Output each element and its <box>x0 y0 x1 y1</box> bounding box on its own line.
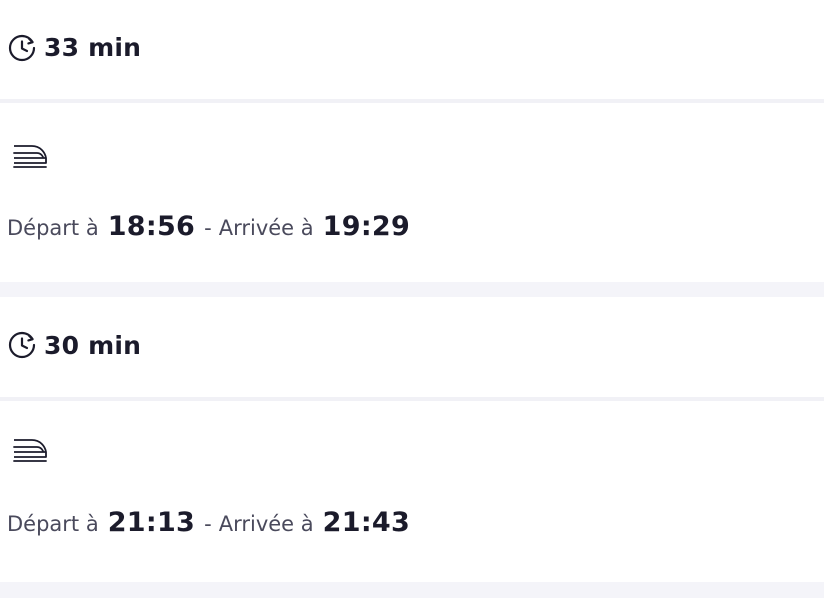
journey-duration: 33 min <box>44 33 142 62</box>
journey-header: 30 min <box>0 297 824 401</box>
time-separator: - <box>204 216 212 240</box>
arrival-label: Arrivée à <box>218 216 314 240</box>
journey-card[interactable]: 30 min Départ à 21:13 - Arrivée à 21:43 <box>0 297 824 582</box>
clock-icon <box>8 34 36 61</box>
departure-label: Départ à <box>7 512 99 536</box>
time-separator: - <box>204 512 212 536</box>
arrival-time: 21:43 <box>322 507 411 538</box>
departure-time: 18:56 <box>107 211 196 242</box>
arrival-time: 19:29 <box>322 211 411 242</box>
journey-times: Départ à 21:13 - Arrivée à 21:43 <box>7 507 419 538</box>
journey-times: Départ à 18:56 - Arrivée à 19:29 <box>7 211 419 242</box>
journey-results-list: 33 min Départ à 18:56 - Arrivée à 19:29 <box>0 0 824 598</box>
departure-label: Départ à <box>7 216 99 240</box>
journey-header: 33 min <box>0 0 824 103</box>
train-icon <box>13 145 47 168</box>
train-icon <box>13 439 47 462</box>
journey-card[interactable]: 33 min Départ à 18:56 - Arrivée à 19:29 <box>0 0 824 282</box>
clock-icon <box>8 331 36 359</box>
arrival-label: Arrivée à <box>218 512 314 536</box>
journey-duration: 30 min <box>44 330 142 360</box>
departure-time: 21:13 <box>107 507 196 538</box>
